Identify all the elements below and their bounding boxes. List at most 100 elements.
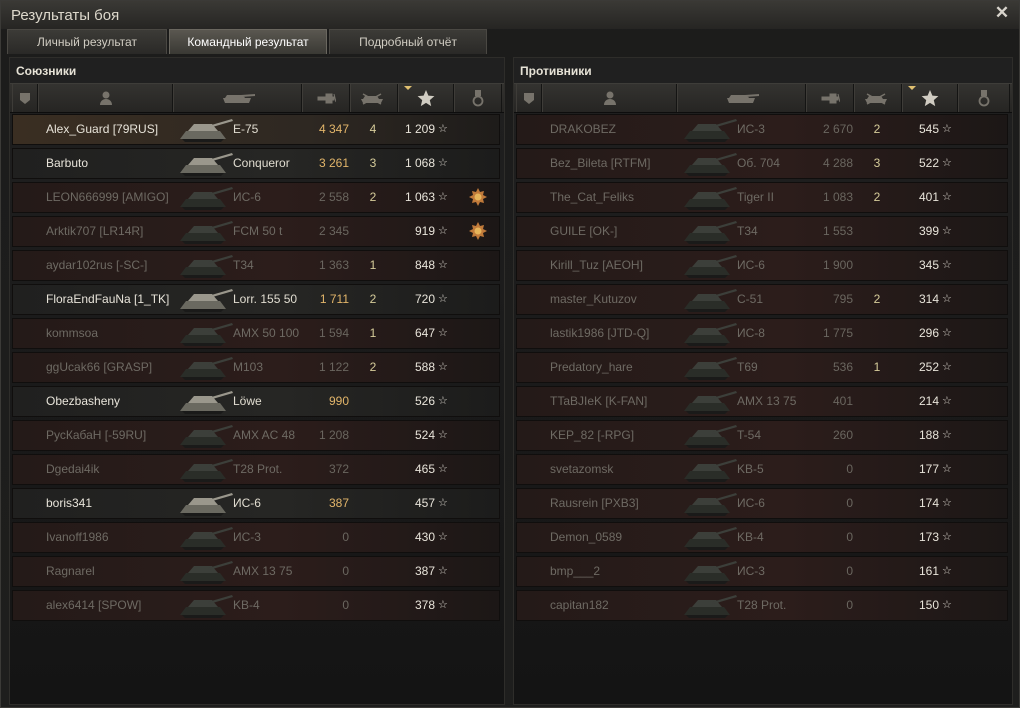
kills-value (865, 387, 889, 416)
player-row[interactable]: boris341 ИС-6 387 457 ☆ (12, 488, 500, 519)
xp-star-icon: ☆ (942, 395, 952, 407)
allies-title: Союзники (16, 64, 77, 78)
player-row[interactable]: DRAKOBEZ ИС-3 2 670 2 545 ☆ (516, 114, 1008, 145)
xp-star-icon: ☆ (942, 429, 952, 441)
close-icon[interactable]: ✕ (993, 4, 1011, 22)
tank-image-icon (178, 319, 234, 348)
enemies-title: Противники (520, 64, 592, 78)
player-name: master_Kutuzov (550, 292, 637, 306)
player-row[interactable]: Dgedai4ik T28 Prot. 372 465 ☆ (12, 454, 500, 485)
damage-value: 3 261 (318, 156, 349, 170)
star-xp-icon (417, 90, 435, 107)
vehicle-name: T28 Prot. (737, 598, 787, 612)
kills-value (361, 421, 385, 450)
player-row[interactable]: Barbuto Conqueror 3 261 3 1 068 ☆ (12, 148, 500, 179)
damage-value: 1 083 (822, 190, 853, 204)
xp-star-icon: ☆ (438, 531, 448, 543)
tab-detailed-report[interactable]: Подробный отчёт (329, 29, 487, 54)
player-row[interactable]: LEON666999 [AMIGO] ИС-6 2 558 2 1 063 ☆ (12, 182, 500, 213)
damage-value: 1 122 (318, 360, 349, 374)
player-row[interactable]: TTaBJIeK [K-FAN] AMX 13 75 401 214 ☆ (516, 386, 1008, 417)
enemies-column-header (514, 83, 1012, 113)
vehicle-name: T34 (737, 224, 758, 238)
enemies-sort-damage[interactable] (806, 84, 854, 112)
allies-sort-kills[interactable] (350, 84, 398, 112)
allies-sort-player[interactable] (38, 84, 173, 112)
vehicle-name: KB-4 (233, 598, 260, 612)
player-name: alex6414 [SPOW] (46, 598, 142, 612)
enemies-sort-medals[interactable] (958, 84, 1010, 112)
player-row[interactable]: kommsoa AMX 50 100 1 594 1 647 ☆ (12, 318, 500, 349)
tank-image-icon (682, 489, 738, 518)
kills-value: 3 (369, 156, 377, 170)
tank-image-icon (178, 217, 234, 246)
player-row[interactable]: Predatory_hare T69 536 1 252 ☆ (516, 352, 1008, 383)
tank-image-icon (682, 455, 738, 484)
player-row[interactable]: Obezbasheny Löwe 990 526 ☆ (12, 386, 500, 417)
allies-sort-medals[interactable] (454, 84, 502, 112)
tank-image-icon (682, 523, 738, 552)
tab-team-result[interactable]: Командный результат (169, 29, 327, 54)
allies-sort-damage[interactable] (302, 84, 350, 112)
player-row[interactable]: alex6414 [SPOW] KB-4 0 378 ☆ (12, 590, 500, 621)
player-row[interactable]: Alex_Guard [79RUS] E-75 4 347 4 1 209 ☆ (12, 114, 500, 145)
player-row[interactable]: The_Cat_Feliks Tiger II 1 083 2 401 ☆ (516, 182, 1008, 213)
player-row[interactable]: aydar102rus [-SC-] T34 1 363 1 848 ☆ (12, 250, 500, 281)
player-row[interactable]: capitan182 T28 Prot. 0 150 ☆ (516, 590, 1008, 621)
enemies-panel: Противники DRAKOBEZ ИС-3 2 670 2 545 ☆ Bez_Bil… (513, 57, 1013, 705)
player-row[interactable]: FloraEndFauNa [1_TK] Lorr. 155 50 1 711 2 72… (12, 284, 500, 315)
enemies-sort-player[interactable] (542, 84, 677, 112)
xp-star-icon: ☆ (438, 395, 448, 407)
xp-star-icon: ☆ (438, 191, 448, 203)
enemies-sort-xp[interactable] (902, 84, 958, 112)
allies-sort-vehicle[interactable] (173, 84, 302, 112)
vehicle-name: ИС-6 (737, 258, 765, 272)
squad-icon (20, 93, 30, 104)
vehicle-name: Tiger II (737, 190, 774, 204)
enemies-sort-kills[interactable] (854, 84, 902, 112)
damage-value: 2 558 (318, 190, 349, 204)
medal-icon[interactable] (468, 221, 488, 241)
medal-icon[interactable] (468, 187, 488, 207)
xp-star-icon: ☆ (942, 123, 952, 135)
player-row[interactable]: Ragnarel AMX 13 75 0 387 ☆ (12, 556, 500, 587)
player-row[interactable]: Bez_Bileta [RTFM] Об. 704 4 288 3 522 ☆ (516, 148, 1008, 179)
damage-value: 1 363 (318, 258, 349, 272)
damage-value: 2 670 (822, 122, 853, 136)
player-name: Ragnarel (46, 564, 95, 578)
player-row[interactable]: svetazomsk KB-5 0 177 ☆ (516, 454, 1008, 485)
allies-sort-xp[interactable] (398, 84, 454, 112)
player-row[interactable]: Rausrein [PXB3] ИС-6 0 174 ☆ (516, 488, 1008, 519)
enemies-sort-squad[interactable] (516, 84, 542, 112)
tank-image-icon (682, 591, 738, 620)
enemies-sort-vehicle[interactable] (677, 84, 806, 112)
kills-value (361, 591, 385, 620)
vehicle-name: E-75 (233, 122, 259, 136)
damage-value: 1 594 (318, 326, 349, 340)
player-row[interactable]: GUILE [OK-] T34 1 553 399 ☆ (516, 216, 1008, 247)
kills-value: 1 (369, 258, 377, 272)
vehicle-name: ИС-3 (737, 122, 765, 136)
player-row[interactable]: Ivanoff1986 ИС-3 0 430 ☆ (12, 522, 500, 553)
tank-image-icon (682, 115, 738, 144)
allies-sort-squad[interactable] (12, 84, 38, 112)
player-row[interactable]: KEP_82 [-RPG] T-54 260 188 ☆ (516, 420, 1008, 451)
player-name: FloraEndFauNa [1_TK] (46, 292, 170, 306)
xp-value: 524 (414, 428, 435, 442)
player-name: The_Cat_Feliks (550, 190, 635, 204)
xp-value: 401 (918, 190, 939, 204)
player-row[interactable]: Kirill_Tuz [AEOH] ИС-6 1 900 345 ☆ (516, 250, 1008, 281)
xp-star-icon: ☆ (438, 225, 448, 237)
player-icon (603, 91, 616, 105)
player-row[interactable]: Arktik707 [LR14R] FCM 50 t 2 345 919 ☆ (12, 216, 500, 247)
player-row[interactable]: master_Kutuzov С-51 795 2 314 ☆ (516, 284, 1008, 315)
player-row[interactable]: bmp___2 ИС-3 0 161 ☆ (516, 556, 1008, 587)
player-row[interactable]: Demon_0589 KB-4 0 173 ☆ (516, 522, 1008, 553)
player-row[interactable]: РусКабаН [-59RU] AMX AC 48 1 208 524 ☆ (12, 420, 500, 451)
xp-star-icon: ☆ (942, 225, 952, 237)
player-row[interactable]: lastik1986 [JTD-Q] ИС-8 1 775 296 ☆ (516, 318, 1008, 349)
xp-value: 177 (918, 462, 939, 476)
player-row[interactable]: ggUcak66 [GRASP] M103 1 122 2 588 ☆ (12, 352, 500, 383)
tab-personal-result[interactable]: Личный результат (7, 29, 167, 54)
xp-star-icon: ☆ (438, 429, 448, 441)
